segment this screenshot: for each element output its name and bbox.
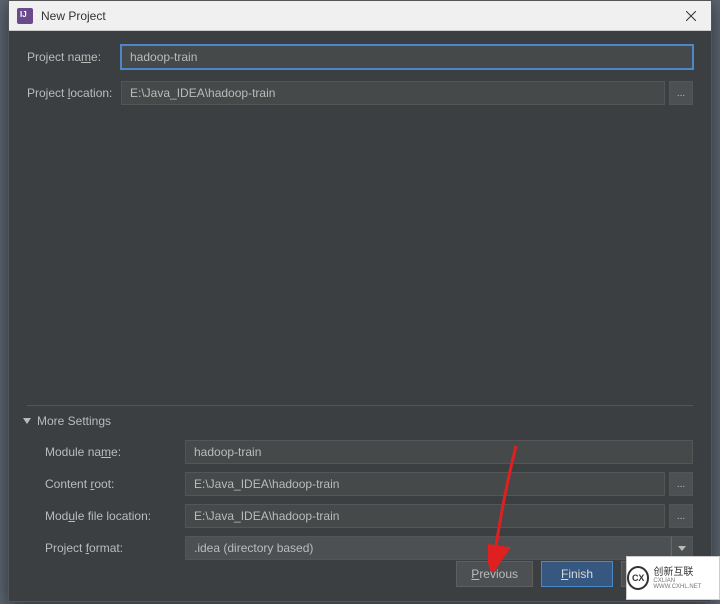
dialog-content: Project name: Project location: ... More… xyxy=(9,31,711,582)
project-format-label: Project format: xyxy=(45,541,185,555)
content-root-row: Content root: ... xyxy=(45,472,693,496)
watermark-brand: 创新互联 xyxy=(653,567,719,578)
chevron-down-icon xyxy=(23,418,31,424)
project-name-row: Project name: xyxy=(27,45,693,69)
module-file-location-row: Module file location: ... xyxy=(45,504,693,528)
window-title: New Project xyxy=(41,9,671,23)
module-name-label: Module name: xyxy=(45,445,185,459)
project-format-value: .idea (directory based) xyxy=(185,536,671,560)
project-location-label: Project location: xyxy=(27,86,121,100)
new-project-dialog: New Project Project name: Project locati… xyxy=(8,0,712,602)
project-name-label: Project name: xyxy=(27,50,121,64)
more-settings-block: Module name: Content root: ... Module fi… xyxy=(27,440,693,560)
content-root-label: Content root: xyxy=(45,477,185,491)
close-button[interactable] xyxy=(671,1,711,31)
finish-button[interactable]: Finish xyxy=(541,561,613,587)
watermark-text-block: 创新互联 CXLIAN WWW.CXHL.NET xyxy=(653,567,719,590)
module-name-input[interactable] xyxy=(185,440,693,464)
module-name-row: Module name: xyxy=(45,440,693,464)
project-location-row: Project location: ... xyxy=(27,81,693,105)
more-settings-toggle[interactable]: More Settings xyxy=(23,414,693,428)
close-icon xyxy=(686,11,696,21)
module-file-location-label: Module file location: xyxy=(45,509,185,523)
titlebar: New Project xyxy=(9,1,711,31)
browse-location-button[interactable]: ... xyxy=(669,81,693,105)
divider xyxy=(27,405,693,406)
project-location-input[interactable] xyxy=(121,81,665,105)
content-root-input[interactable] xyxy=(185,472,665,496)
module-file-location-input[interactable] xyxy=(185,504,665,528)
more-settings-label: More Settings xyxy=(37,414,111,428)
project-format-select[interactable]: .idea (directory based) xyxy=(185,536,693,560)
spacer xyxy=(27,117,693,401)
browse-content-root-button[interactable]: ... xyxy=(669,472,693,496)
project-name-input[interactable] xyxy=(121,45,693,69)
project-format-row: Project format: .idea (directory based) xyxy=(45,536,693,560)
watermark: CX 创新互联 CXLIAN WWW.CXHL.NET xyxy=(626,556,720,600)
browse-module-file-button[interactable]: ... xyxy=(669,504,693,528)
watermark-logo-icon: CX xyxy=(627,566,649,590)
previous-button[interactable]: Previous xyxy=(456,561,533,587)
intellij-icon xyxy=(17,8,33,24)
watermark-sub: CXLIAN WWW.CXHL.NET xyxy=(653,578,719,590)
